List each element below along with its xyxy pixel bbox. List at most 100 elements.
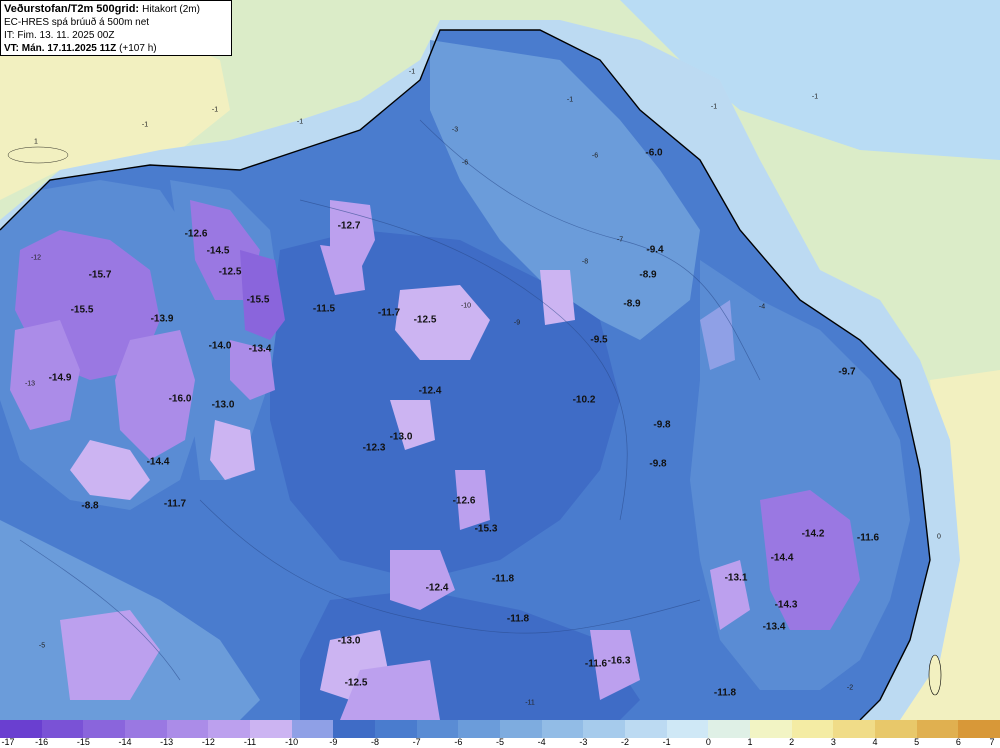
temp-label: -11.8 [506,613,530,625]
contour-label: -4 [758,303,766,311]
model-description: EC-HRES spá brúuð á 500m net [4,17,150,28]
colorbar-tick-label: -5 [495,737,505,747]
colorbar-tick-label: -3 [579,737,588,747]
colorbar-tick-label: -4 [537,737,546,747]
colorbar-swatch [333,720,376,738]
colorbar-swatches [0,720,1000,738]
temp-label: -9.4 [646,244,664,256]
contour-label: -3 [451,126,459,134]
colorbar-swatch [583,720,626,738]
temp-label: -15.7 [88,269,112,281]
temp-label: -8.9 [639,269,657,281]
island-east [928,654,942,696]
temp-label: -12.3 [362,442,386,454]
temp-label: -11.6 [584,658,608,670]
colorbar-tick-label: -7 [412,737,421,747]
colorbar-swatch [166,720,209,738]
colorbar-tick-label: 6 [955,737,961,747]
forecast-hour: (+107 h) [119,43,157,54]
temp-label: -14.0 [208,340,232,352]
contour-label: -5 [38,642,46,650]
colorbar-tick-label: 1 [747,737,753,747]
valid-time: VT: Mán. 17.11.2025 11Z [4,43,117,54]
contour-label: -9 [513,319,521,327]
temp-label: -14.9 [48,372,72,384]
temp-label: -9.7 [838,366,856,378]
map-title-box: Veðurstofan/T2m 500grid: Hitakort (2m) E… [0,0,232,56]
temp-label: -9.8 [649,458,667,470]
colorbar-swatch [375,720,417,738]
contour-label: 1 [34,138,38,146]
colorbar-swatch [208,720,251,738]
init-time: IT: Fim. 13. 11. 2025 00Z [4,30,115,41]
colorbar-swatch [708,720,751,738]
valid-time-line: VT: Mán. 17.11.2025 11Z (+107 h) [4,42,228,55]
temp-label: -13.0 [337,635,361,647]
temp-label: -9.8 [653,419,671,431]
colorbar-tick-label: 4 [872,737,878,747]
sea-patch-west [7,146,69,164]
temp-label: -15.3 [474,523,498,535]
contour-label: -1 [811,93,819,101]
temp-label: -14.5 [206,245,230,257]
colorbar-tick-label: -10 [285,737,299,747]
map-canvas [0,0,1000,720]
temp-label: -14.4 [146,456,170,468]
temp-label: -15.5 [246,294,270,306]
temp-label: -14.3 [774,599,798,611]
colorbar-tick-label: -9 [329,737,338,747]
temp-label: -14.4 [770,552,794,564]
temp-label: -13.0 [211,399,235,411]
title-line-product: Veðurstofan/T2m 500grid: Hitakort (2m) [4,3,228,16]
contour-label: -13 [24,380,36,388]
colorbar-tick-label: -6 [454,737,463,747]
product-name: Veðurstofan/T2m 500grid: [4,3,140,15]
temperature-colorbar: -17 -16 -15 -14 -13 -12 -11 -10 -9 -8 -7 -6 -5 -4 -3 -2… [0,720,1000,748]
colorbar-swatch [458,720,501,738]
colorbar-tick-label: -2 [620,737,630,747]
temp-label: -11.7 [163,498,187,510]
contour-label: -12 [30,254,42,262]
colorbar-swatch [0,720,42,738]
temp-label: -12.5 [413,314,437,326]
colorbar-ticks: -17 -16 -15 -14 -13 -12 -11 -10 -9 -8 -7 -6 -5 -4 -3 -2… [0,737,1000,748]
colorbar-tick-label: -12 [201,737,215,747]
colorbar-tick-label: 0 [705,737,711,747]
temp-label: -12.7 [337,220,361,232]
colorbar-swatch [500,720,542,738]
contour-label: -11 [525,699,535,707]
colorbar-tick-label: 7 [989,737,995,747]
temp-label: -10.2 [572,394,596,406]
temp-label: -14.2 [801,528,825,540]
temp-label: -11.8 [491,573,515,585]
contour-label: -6 [461,159,469,167]
temp-label: -8.8 [81,500,99,512]
map-subtitle: Hitakort (2m) [142,4,200,15]
colorbar-swatch [125,720,167,738]
temp-label: -13.4 [762,621,786,633]
colorbar-tick-label: 3 [830,737,836,747]
temp-label: -11.7 [377,307,401,319]
colorbar-swatch [250,720,292,738]
colorbar-swatch [291,720,334,738]
colorbar-tick-label: -8 [370,737,380,747]
colorbar-tick-label: -14 [118,737,132,747]
colorbar-swatch [416,720,459,738]
temp-label: -12.4 [425,582,449,594]
temp-label: -13.0 [389,431,413,443]
colorbar-swatch [791,720,834,738]
temp-label: -12.5 [218,266,242,278]
temp-label: -12.5 [344,677,368,689]
colorbar-tick-label: 2 [789,737,795,747]
colorbar-tick-label: -15 [76,737,90,747]
temp-label: -12.6 [184,228,208,240]
colorbar-tick-label: -13 [160,737,174,747]
temp-label: -11.8 [713,687,737,699]
contour-label: -6 [591,152,599,160]
colorbar-swatch [41,720,84,738]
colorbar-swatch [83,720,126,738]
temp-label: -16.3 [607,655,631,667]
contour-label: -1 [296,118,304,126]
contour-label: -10 [460,302,472,310]
temp-label: -13.9 [150,313,174,325]
